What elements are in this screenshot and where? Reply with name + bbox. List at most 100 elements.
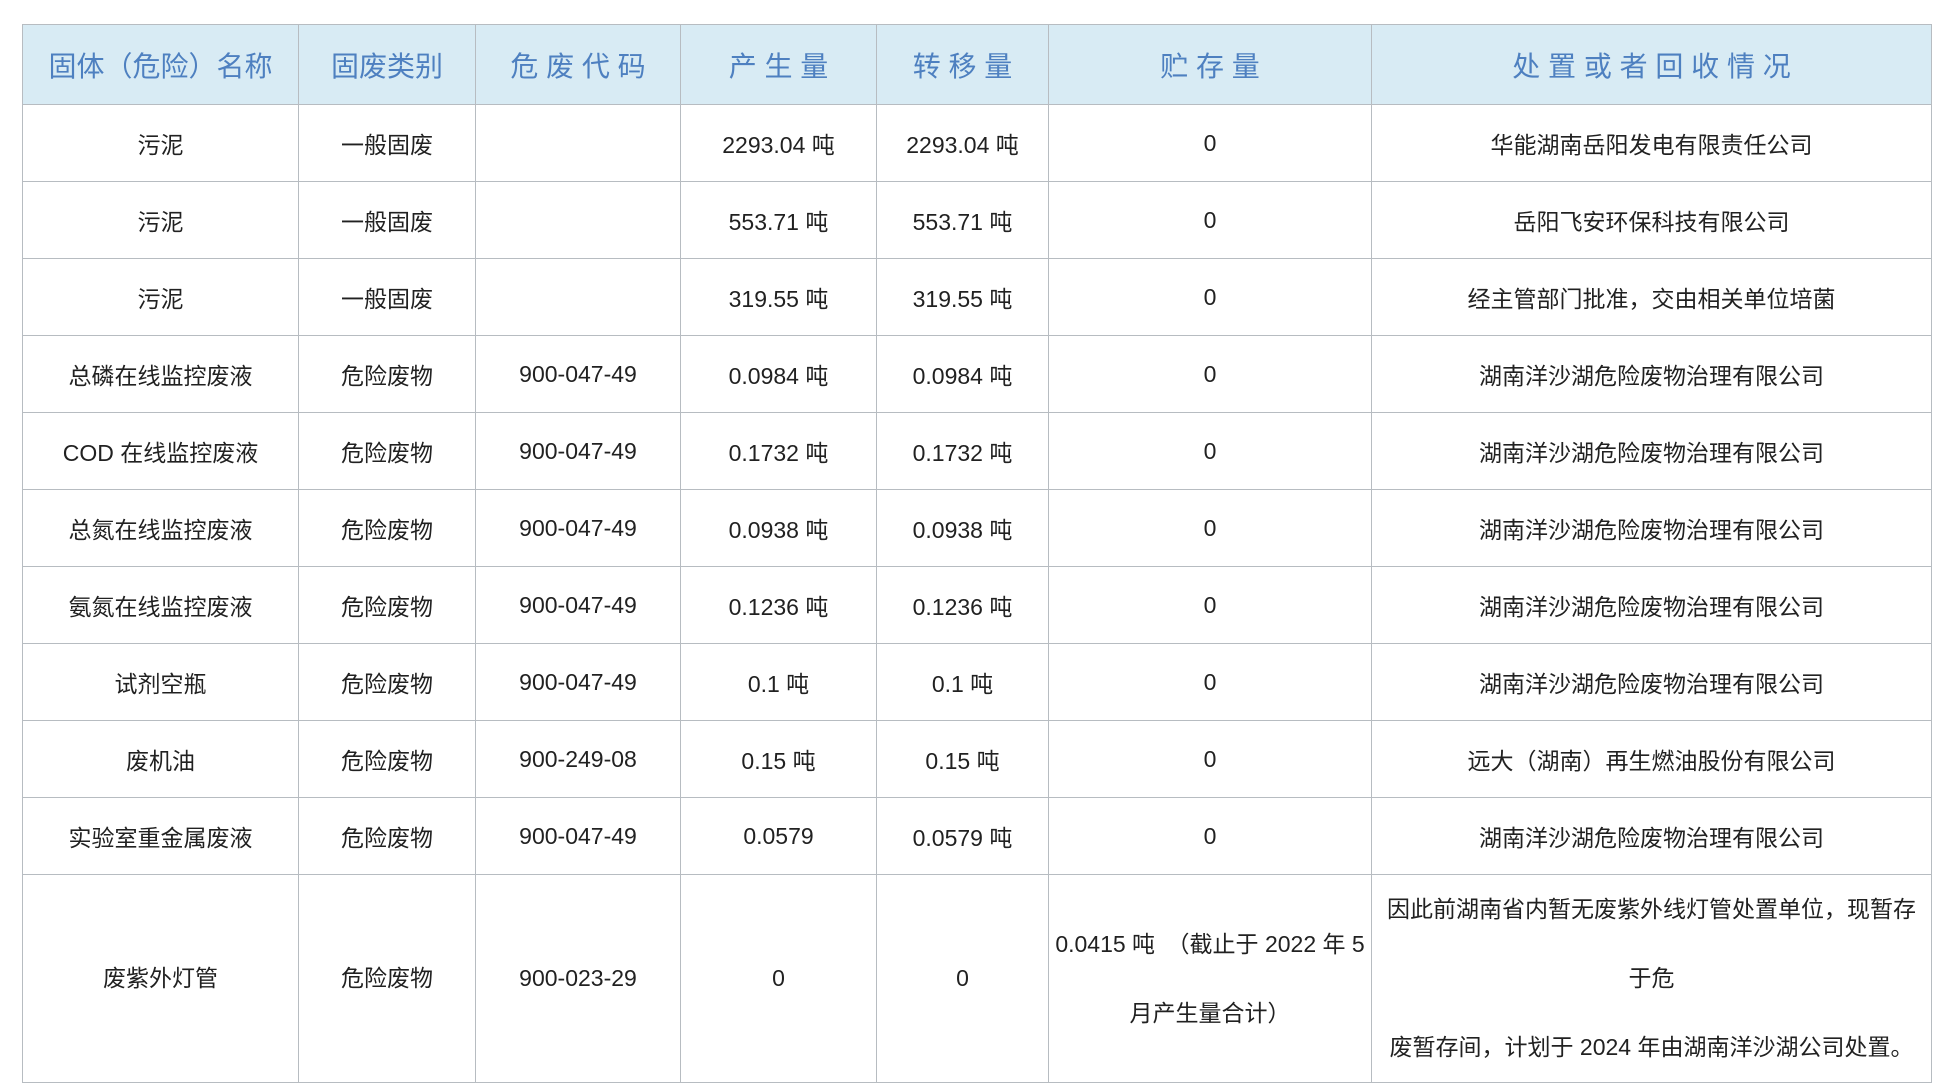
table-row: 污泥一般固废553.71 吨553.71 吨0岳阳飞安环保科技有限公司 bbox=[23, 182, 1932, 259]
table-row: 总氮在线监控废液危险废物900-047-490.0938 吨0.0938 吨0湖… bbox=[23, 490, 1932, 567]
cell-transferred: 0.0938 吨 bbox=[877, 490, 1049, 567]
cell-category: 危险废物 bbox=[299, 721, 476, 798]
cell-produced: 0 bbox=[681, 875, 877, 1083]
cell-stored: 0 bbox=[1049, 105, 1372, 182]
cell-transferred: 0 bbox=[877, 875, 1049, 1083]
cell-category: 危险废物 bbox=[299, 336, 476, 413]
cell-name: 氨氮在线监控废液 bbox=[23, 567, 299, 644]
cell-stored: 0 bbox=[1049, 721, 1372, 798]
cell-name: 试剂空瓶 bbox=[23, 644, 299, 721]
cell-name: 总氮在线监控废液 bbox=[23, 490, 299, 567]
cell-stored: 0 bbox=[1049, 413, 1372, 490]
cell-code: 900-047-49 bbox=[476, 798, 681, 875]
cell-category: 危险废物 bbox=[299, 567, 476, 644]
cell-code: 900-023-29 bbox=[476, 875, 681, 1083]
cell-stored: 0 bbox=[1049, 336, 1372, 413]
cell-disposal: 经主管部门批准，交由相关单位培菌 bbox=[1372, 259, 1932, 336]
cell-name: 污泥 bbox=[23, 182, 299, 259]
cell-produced: 0.15 吨 bbox=[681, 721, 877, 798]
cell-stored: 0.0415 吨 （截止于 2022 年 5 月产生量合计） bbox=[1049, 875, 1372, 1083]
table-row: 总磷在线监控废液危险废物900-047-490.0984 吨0.0984 吨0湖… bbox=[23, 336, 1932, 413]
cell-produced: 0.1732 吨 bbox=[681, 413, 877, 490]
table-row: 污泥一般固废319.55 吨319.55 吨0经主管部门批准，交由相关单位培菌 bbox=[23, 259, 1932, 336]
cell-disposal: 湖南洋沙湖危险废物治理有限公司 bbox=[1372, 644, 1932, 721]
page: 固体（危险）名称 固废类别 危 废 代 码 产 生 量 转 移 量 贮 存 量 … bbox=[0, 0, 1948, 1083]
cell-produced: 319.55 吨 bbox=[681, 259, 877, 336]
header-row: 固体（危险）名称 固废类别 危 废 代 码 产 生 量 转 移 量 贮 存 量 … bbox=[23, 25, 1932, 105]
cell-transferred: 0.15 吨 bbox=[877, 721, 1049, 798]
column-header-produced: 产 生 量 bbox=[681, 25, 877, 105]
cell-category: 危险废物 bbox=[299, 875, 476, 1083]
cell-category: 一般固废 bbox=[299, 182, 476, 259]
cell-name: 总磷在线监控废液 bbox=[23, 336, 299, 413]
cell-name: 废紫外灯管 bbox=[23, 875, 299, 1083]
cell-name: COD 在线监控废液 bbox=[23, 413, 299, 490]
cell-disposal: 湖南洋沙湖危险废物治理有限公司 bbox=[1372, 413, 1932, 490]
cell-name: 废机油 bbox=[23, 721, 299, 798]
cell-code: 900-047-49 bbox=[476, 644, 681, 721]
cell-category: 危险废物 bbox=[299, 644, 476, 721]
cell-category: 危险废物 bbox=[299, 798, 476, 875]
cell-code bbox=[476, 182, 681, 259]
cell-disposal: 湖南洋沙湖危险废物治理有限公司 bbox=[1372, 567, 1932, 644]
column-header-transferred: 转 移 量 bbox=[877, 25, 1049, 105]
cell-category: 危险废物 bbox=[299, 490, 476, 567]
cell-produced: 0.0984 吨 bbox=[681, 336, 877, 413]
cell-code: 900-047-49 bbox=[476, 336, 681, 413]
cell-disposal: 湖南洋沙湖危险废物治理有限公司 bbox=[1372, 336, 1932, 413]
column-header-solid-name: 固体（危险）名称 bbox=[23, 25, 299, 105]
cell-category: 一般固废 bbox=[299, 259, 476, 336]
table-row: COD 在线监控废液危险废物900-047-490.1732 吨0.1732 吨… bbox=[23, 413, 1932, 490]
cell-transferred: 319.55 吨 bbox=[877, 259, 1049, 336]
cell-stored: 0 bbox=[1049, 567, 1372, 644]
table-header: 固体（危险）名称 固废类别 危 废 代 码 产 生 量 转 移 量 贮 存 量 … bbox=[23, 25, 1932, 105]
table-row: 实验室重金属废液危险废物900-047-490.05790.0579 吨0湖南洋… bbox=[23, 798, 1932, 875]
cell-name: 污泥 bbox=[23, 105, 299, 182]
cell-disposal: 岳阳飞安环保科技有限公司 bbox=[1372, 182, 1932, 259]
cell-transferred: 2293.04 吨 bbox=[877, 105, 1049, 182]
cell-disposal: 因此前湖南省内暂无废紫外线灯管处置单位，现暂存于危 废暂存间，计划于 2024 … bbox=[1372, 875, 1932, 1083]
cell-produced: 0.1236 吨 bbox=[681, 567, 877, 644]
cell-disposal: 湖南洋沙湖危险废物治理有限公司 bbox=[1372, 490, 1932, 567]
cell-disposal: 湖南洋沙湖危险废物治理有限公司 bbox=[1372, 798, 1932, 875]
table-row: 废紫外灯管危险废物900-023-29000.0415 吨 （截止于 2022 … bbox=[23, 875, 1932, 1083]
cell-code bbox=[476, 105, 681, 182]
cell-code: 900-047-49 bbox=[476, 567, 681, 644]
cell-transferred: 0.1 吨 bbox=[877, 644, 1049, 721]
cell-code bbox=[476, 259, 681, 336]
cell-name: 实验室重金属废液 bbox=[23, 798, 299, 875]
cell-category: 危险废物 bbox=[299, 413, 476, 490]
cell-transferred: 0.1732 吨 bbox=[877, 413, 1049, 490]
cell-category: 一般固废 bbox=[299, 105, 476, 182]
cell-code: 900-047-49 bbox=[476, 413, 681, 490]
table-row: 氨氮在线监控废液危险废物900-047-490.1236 吨0.1236 吨0湖… bbox=[23, 567, 1932, 644]
table-row: 废机油危险废物900-249-080.15 吨0.15 吨0远大（湖南）再生燃油… bbox=[23, 721, 1932, 798]
cell-transferred: 0.0579 吨 bbox=[877, 798, 1049, 875]
cell-stored: 0 bbox=[1049, 644, 1372, 721]
cell-transferred: 0.0984 吨 bbox=[877, 336, 1049, 413]
column-header-waste-code: 危 废 代 码 bbox=[476, 25, 681, 105]
hazardous-waste-table: 固体（危险）名称 固废类别 危 废 代 码 产 生 量 转 移 量 贮 存 量 … bbox=[22, 24, 1932, 1083]
cell-disposal: 远大（湖南）再生燃油股份有限公司 bbox=[1372, 721, 1932, 798]
cell-name: 污泥 bbox=[23, 259, 299, 336]
cell-transferred: 553.71 吨 bbox=[877, 182, 1049, 259]
cell-produced: 0.1 吨 bbox=[681, 644, 877, 721]
cell-stored: 0 bbox=[1049, 259, 1372, 336]
cell-produced: 553.71 吨 bbox=[681, 182, 877, 259]
cell-disposal: 华能湖南岳阳发电有限责任公司 bbox=[1372, 105, 1932, 182]
cell-code: 900-047-49 bbox=[476, 490, 681, 567]
cell-produced: 0.0938 吨 bbox=[681, 490, 877, 567]
cell-stored: 0 bbox=[1049, 182, 1372, 259]
cell-produced: 2293.04 吨 bbox=[681, 105, 877, 182]
cell-stored: 0 bbox=[1049, 798, 1372, 875]
column-header-category: 固废类别 bbox=[299, 25, 476, 105]
column-header-stored: 贮 存 量 bbox=[1049, 25, 1372, 105]
column-header-disposal: 处 置 或 者 回 收 情 况 bbox=[1372, 25, 1932, 105]
table-row: 试剂空瓶危险废物900-047-490.1 吨0.1 吨0湖南洋沙湖危险废物治理… bbox=[23, 644, 1932, 721]
cell-stored: 0 bbox=[1049, 490, 1372, 567]
cell-code: 900-249-08 bbox=[476, 721, 681, 798]
table-body: 污泥一般固废2293.04 吨2293.04 吨0华能湖南岳阳发电有限责任公司污… bbox=[23, 105, 1932, 1083]
cell-produced: 0.0579 bbox=[681, 798, 877, 875]
table-row: 污泥一般固废2293.04 吨2293.04 吨0华能湖南岳阳发电有限责任公司 bbox=[23, 105, 1932, 182]
cell-transferred: 0.1236 吨 bbox=[877, 567, 1049, 644]
